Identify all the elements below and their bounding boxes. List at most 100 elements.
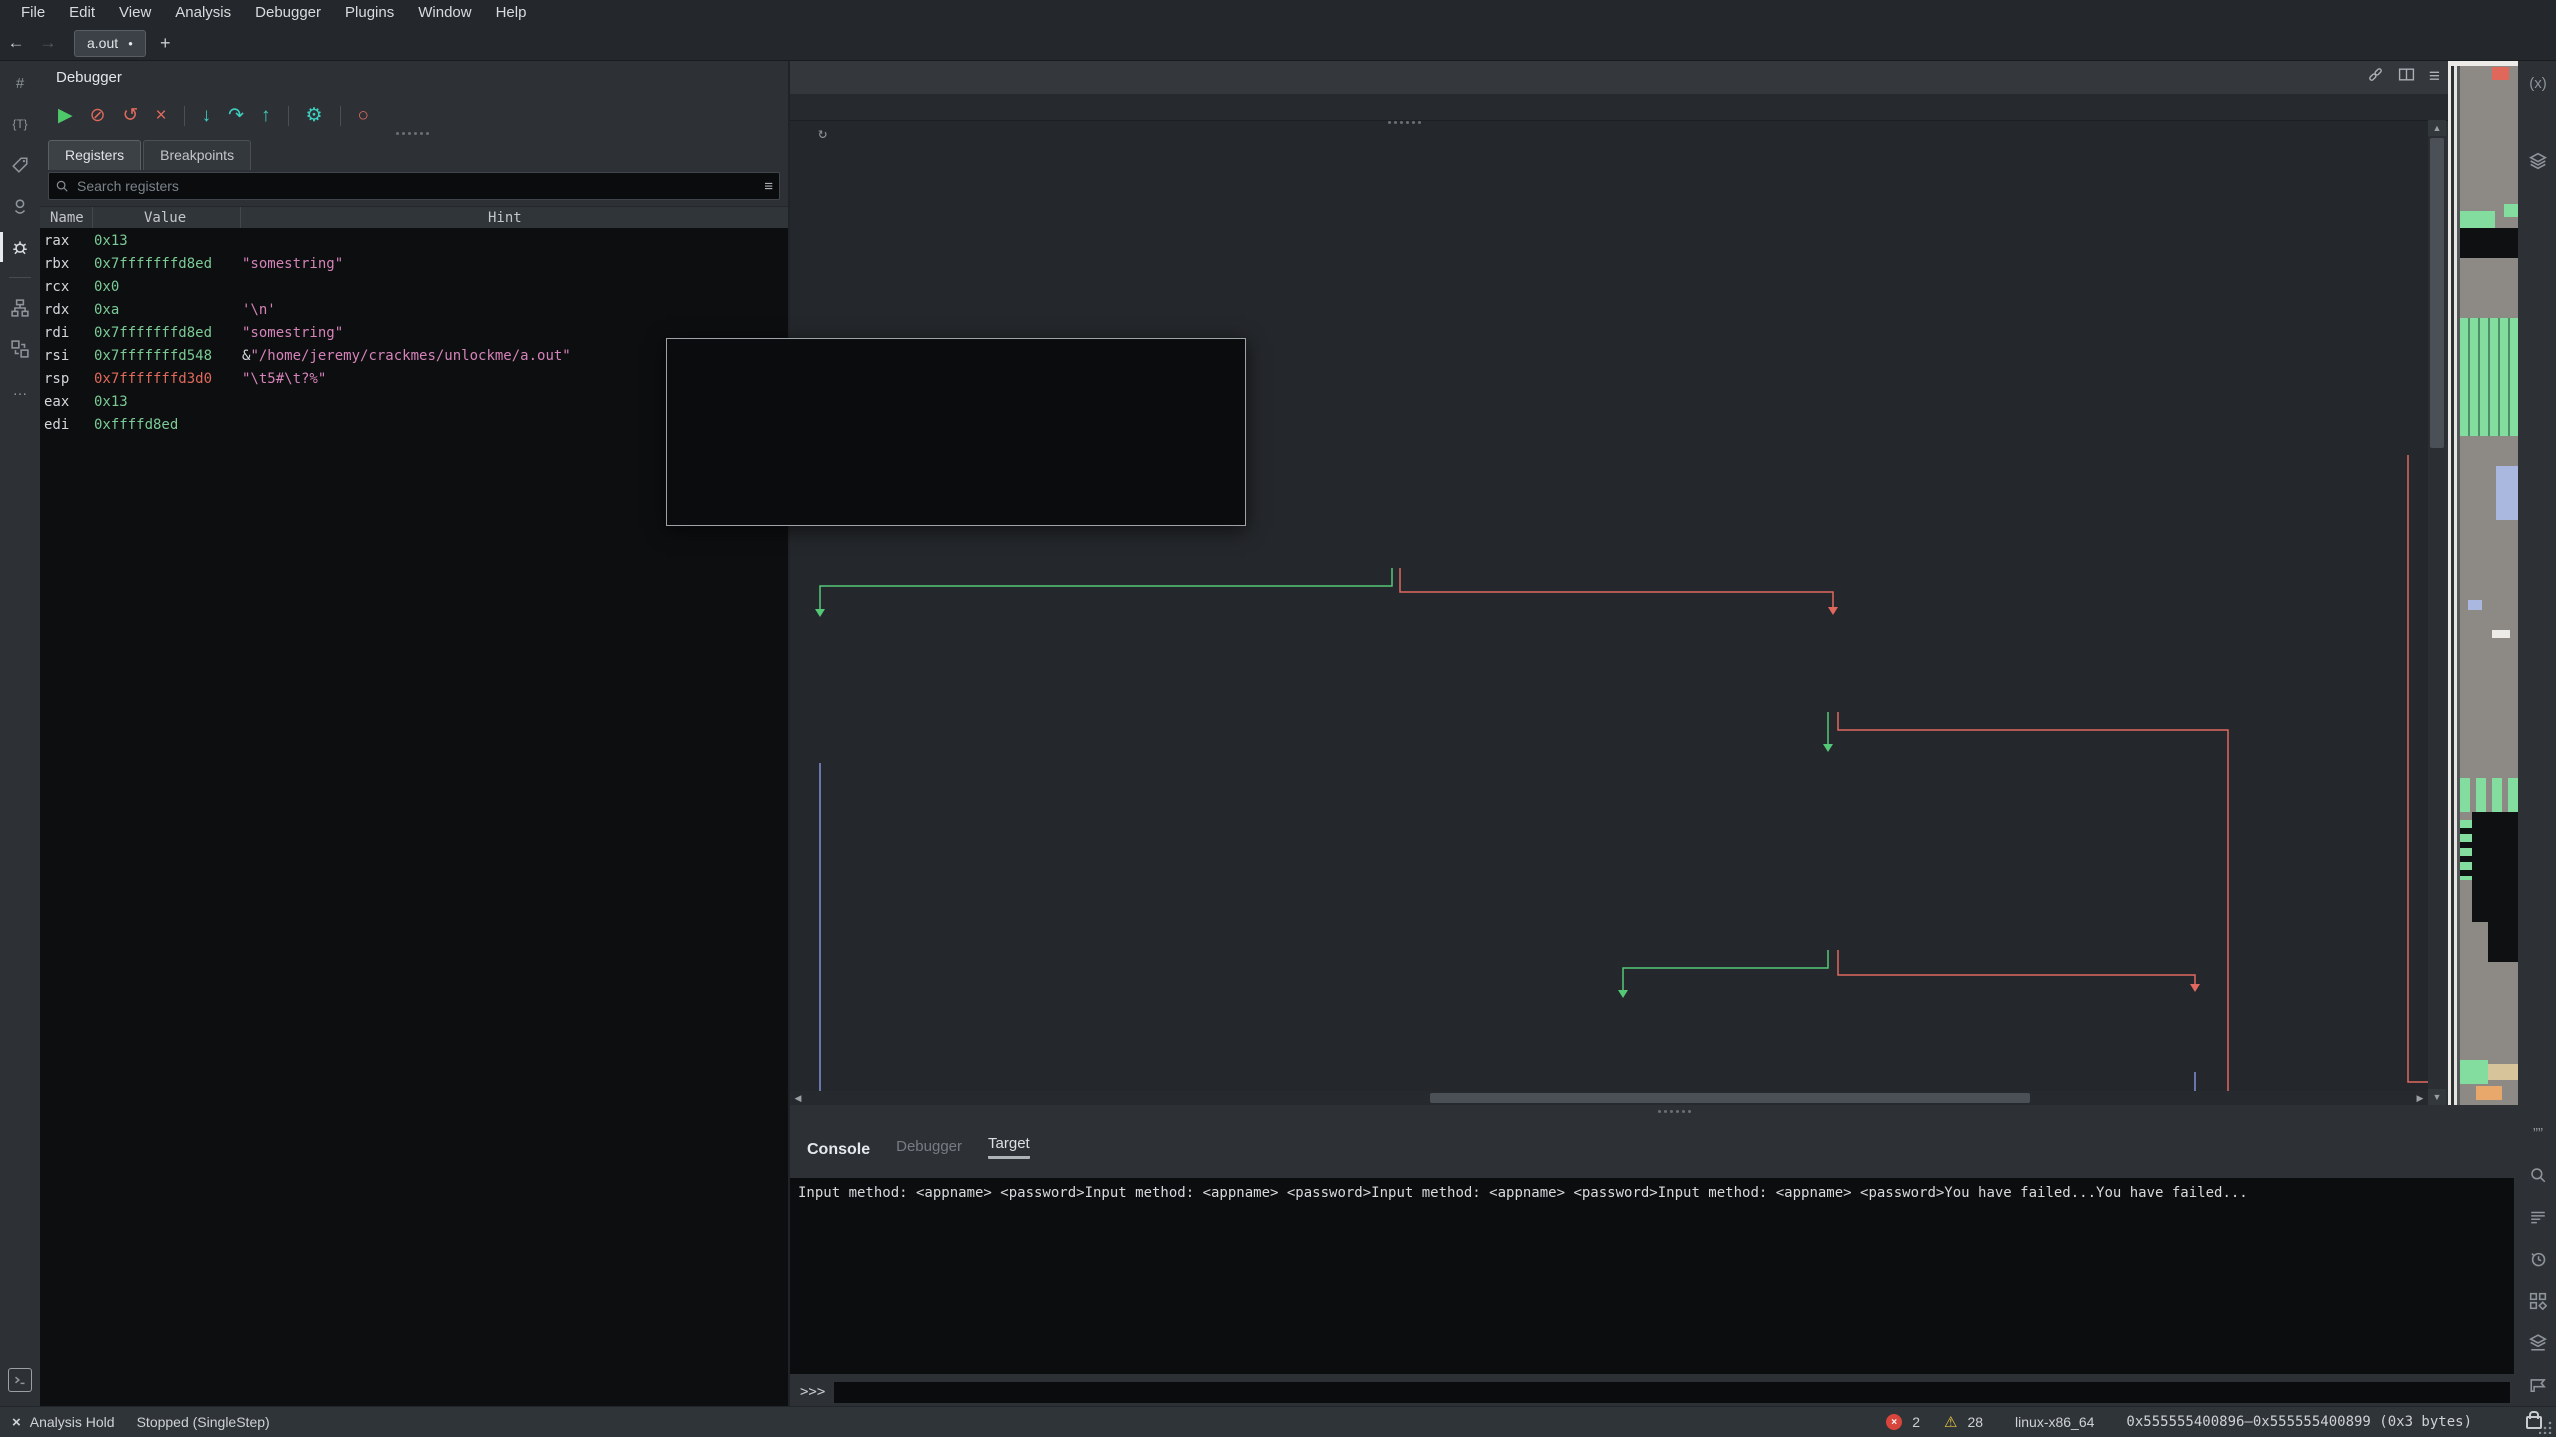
left-sidebar-rail: # {T} … xyxy=(0,60,40,1406)
variables-icon[interactable]: (x) xyxy=(2526,72,2550,94)
log-icon[interactable] xyxy=(2526,1206,2550,1228)
menu-view[interactable]: View xyxy=(108,0,162,26)
column-name: Name xyxy=(50,210,84,226)
toolbar-separator xyxy=(184,106,185,126)
tags-icon[interactable] xyxy=(8,154,32,176)
scroll-left-icon[interactable]: ◀ xyxy=(790,1093,806,1104)
scrollbar-thumb[interactable] xyxy=(2430,138,2444,448)
errors-icon[interactable]: × xyxy=(1886,1414,1902,1430)
search-options-icon[interactable]: ≡ xyxy=(764,178,773,195)
menu-help[interactable]: Help xyxy=(485,0,538,26)
rail-divider xyxy=(9,277,31,278)
mini-graph-icon[interactable] xyxy=(8,297,32,319)
graph-horizontal-scrollbar[interactable]: ◀ ▶ xyxy=(790,1091,2428,1105)
scrollbar-thumb[interactable] xyxy=(1430,1093,2030,1103)
resume-button[interactable]: ▶ xyxy=(58,106,73,126)
analysis-status: Analysis Hold xyxy=(30,1414,115,1430)
analysis-close-icon[interactable]: × xyxy=(12,1414,21,1431)
tab-debugger[interactable]: Debugger xyxy=(896,1138,962,1159)
graph-edges xyxy=(790,120,2428,1105)
new-tab-button[interactable]: + xyxy=(160,33,171,54)
register-row[interactable]: rbx0x7fffffffd8ed"somestring" xyxy=(40,256,788,279)
more-panels-icon[interactable]: … xyxy=(8,379,32,401)
console-prompt: >>> xyxy=(800,1384,825,1400)
debugger-icon[interactable] xyxy=(8,236,32,258)
register-row[interactable]: rdx0xa'\n' xyxy=(40,302,788,325)
platform-label: linux-x86_64 xyxy=(2015,1414,2094,1430)
strings-icon[interactable]: ”” xyxy=(2526,1122,2550,1144)
search-input[interactable] xyxy=(75,177,764,195)
status-bar: × Analysis Hold Stopped (SingleStep) × 2… xyxy=(0,1406,2556,1437)
graph-vertical-scrollbar[interactable]: ▲ ▼ xyxy=(2428,120,2446,1105)
history-icon[interactable] xyxy=(2526,1248,2550,1270)
tab-bar: ← → a.out ● + xyxy=(0,26,2556,61)
debugger-panel-tabs: RegistersBreakpoints xyxy=(40,140,788,170)
document-tab-label: a.out xyxy=(87,35,118,51)
document-tab[interactable]: a.out ● xyxy=(74,30,146,57)
search-icon xyxy=(55,179,69,193)
reanalyze-icon[interactable]: ↻ xyxy=(818,124,827,142)
scroll-right-icon[interactable]: ▶ xyxy=(2412,1093,2428,1104)
toolbar-separator xyxy=(288,106,289,126)
view-header: ≡ xyxy=(790,60,2448,95)
step-return-button[interactable]: ↑ xyxy=(261,106,271,126)
kill-button[interactable]: ⊘ xyxy=(90,106,106,126)
menu-file[interactable]: File xyxy=(10,0,56,26)
record-button[interactable]: ○ xyxy=(358,106,369,126)
function-signature-line: ↻ xyxy=(790,94,2448,121)
menu-plugins[interactable]: Plugins xyxy=(334,0,405,26)
split-view-icon[interactable] xyxy=(2398,66,2415,88)
feature-map[interactable] xyxy=(2448,60,2518,1105)
plugins-icon[interactable] xyxy=(2526,1290,2550,1312)
view-menu-icon[interactable]: ≡ xyxy=(2429,66,2440,88)
forward-icon[interactable]: → xyxy=(32,33,64,53)
debugger-panel: Debugger ▶⊘↺×↓↷↑⚙○ RegistersBreakpoints … xyxy=(40,60,788,1406)
splitter-grip[interactable] xyxy=(1388,121,1421,124)
splitter-grip[interactable] xyxy=(1658,1110,1691,1113)
menu-debugger[interactable]: Debugger xyxy=(244,0,332,26)
step-over-button[interactable]: ↷ xyxy=(228,106,244,126)
register-search[interactable]: ≡ xyxy=(48,172,780,200)
menu-window[interactable]: Window xyxy=(407,0,482,26)
panel-title: Debugger xyxy=(40,60,788,94)
find-icon[interactable] xyxy=(2526,1164,2550,1186)
types-icon[interactable]: {T} xyxy=(8,113,32,135)
menu-bar: FileEditViewAnalysisDebuggerPluginsWindo… xyxy=(0,0,2556,26)
console-input[interactable] xyxy=(834,1382,2510,1403)
tab-target[interactable]: Target xyxy=(988,1135,1030,1159)
warnings-count[interactable]: 28 xyxy=(1967,1414,1983,1430)
terminal-icon[interactable] xyxy=(8,1368,32,1392)
stack-view-icon[interactable] xyxy=(2526,1332,2550,1354)
tab-registers[interactable]: Registers xyxy=(48,140,141,170)
errors-count[interactable]: 2 xyxy=(1912,1414,1920,1430)
scroll-down-icon[interactable]: ▼ xyxy=(2428,1089,2446,1105)
debug-console-icon[interactable] xyxy=(2526,1374,2550,1396)
toolbar-separator xyxy=(340,106,341,126)
hex-dump-popup[interactable] xyxy=(666,338,1246,526)
console-output-text: Input method: <appname> <password>Input … xyxy=(798,1185,2248,1201)
debugger-toolbar: ▶ ⊘ ↺ × ↓ ↷ ↑ ⚙ ○ xyxy=(40,94,788,136)
cross-references-icon[interactable]: # xyxy=(8,72,32,94)
graph-canvas[interactable] xyxy=(790,120,2428,1105)
quit-button[interactable]: × xyxy=(155,106,166,126)
selection-range: 0x555555400896–0x555555400899 (0x3 bytes… xyxy=(2126,1414,2472,1430)
sync-link-icon[interactable] xyxy=(2367,66,2384,88)
scroll-up-icon[interactable]: ▲ xyxy=(2428,120,2446,136)
warnings-icon[interactable]: ⚠ xyxy=(1944,1413,1957,1431)
console-output[interactable]: Input method: <appname> <password>Input … xyxy=(790,1178,2514,1374)
menu-edit[interactable]: Edit xyxy=(58,0,106,26)
settings-button[interactable]: ⚙ xyxy=(306,106,323,126)
stack-trace-icon[interactable] xyxy=(8,338,32,360)
memory-map-icon[interactable] xyxy=(8,195,32,217)
menu-analysis[interactable]: Analysis xyxy=(164,0,242,26)
layers-icon[interactable] xyxy=(2526,150,2550,172)
restart-button[interactable]: ↺ xyxy=(123,106,139,126)
back-icon[interactable]: ← xyxy=(0,33,32,53)
tab-breakpoints[interactable]: Breakpoints xyxy=(143,140,251,170)
register-row[interactable]: rcx0x0 xyxy=(40,279,788,302)
step-into-button[interactable]: ↓ xyxy=(202,106,212,126)
resize-grip-icon[interactable] xyxy=(2539,1420,2553,1434)
panel-splitter[interactable] xyxy=(788,60,790,1406)
register-row[interactable]: rax0x13 xyxy=(40,233,788,256)
splitter-grip[interactable] xyxy=(396,132,429,135)
